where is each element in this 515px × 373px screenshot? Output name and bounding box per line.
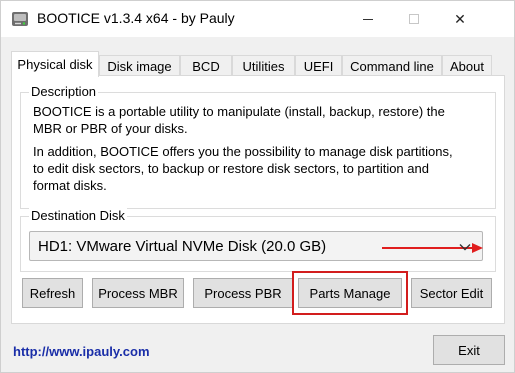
- process-mbr-button[interactable]: Process MBR: [92, 278, 184, 308]
- tab-bcd[interactable]: BCD: [180, 55, 232, 76]
- refresh-button[interactable]: Refresh: [22, 278, 83, 308]
- description-line: format disks.: [33, 178, 107, 193]
- chevron-down-icon[interactable]: [458, 240, 472, 254]
- description-paragraph-2: In addition, BOOTICE offers you the poss…: [33, 143, 493, 194]
- destination-disk-select[interactable]: HD1: VMware Virtual NVMe Disk (20.0 GB): [29, 231, 483, 261]
- tab-disk-image[interactable]: Disk image: [99, 55, 180, 76]
- maximize-icon: [409, 14, 419, 24]
- tab-utilities[interactable]: Utilities: [232, 55, 295, 76]
- selected-disk: HD1: VMware Virtual NVMe Disk (20.0 GB): [38, 238, 327, 255]
- process-pbr-button[interactable]: Process PBR: [193, 278, 293, 308]
- bootice-window: BOOTICE v1.3.4 x64 - by Pauly ✕ Physical…: [0, 0, 515, 373]
- description-line: MBR or PBR of your disks.: [33, 121, 188, 136]
- description-legend: Description: [29, 84, 99, 99]
- tab-uefi[interactable]: UEFI: [295, 55, 342, 76]
- description-line: BOOTICE is a portable utility to manipul…: [33, 104, 445, 119]
- exit-button[interactable]: Exit: [433, 335, 505, 365]
- disk-app-icon: [12, 12, 28, 26]
- minimize-icon: [363, 18, 373, 20]
- description-group: Description BOOTICE is a portable utilit…: [20, 84, 496, 209]
- physical-disk-panel: Description BOOTICE is a portable utilit…: [11, 75, 505, 324]
- sector-edit-button[interactable]: Sector Edit: [411, 278, 492, 308]
- minimize-button[interactable]: [345, 1, 391, 37]
- tab-physical-disk[interactable]: Physical disk: [11, 51, 99, 77]
- destination-disk-legend: Destination Disk: [29, 208, 127, 223]
- title-bar[interactable]: BOOTICE v1.3.4 x64 - by Pauly ✕: [1, 1, 514, 37]
- website-link[interactable]: http://www.ipauly.com: [13, 344, 150, 359]
- close-icon: ✕: [454, 10, 466, 27]
- destination-disk-group: Destination Disk HD1: VMware Virtual NVM…: [20, 208, 496, 272]
- description-line: In addition, BOOTICE offers you the poss…: [33, 144, 453, 159]
- window-title: BOOTICE v1.3.4 x64 - by Pauly: [37, 10, 235, 26]
- close-button[interactable]: ✕: [437, 1, 483, 37]
- maximize-button[interactable]: [391, 1, 437, 37]
- tab-command-line[interactable]: Command line: [342, 55, 442, 76]
- description-paragraph-1: BOOTICE is a portable utility to manipul…: [33, 103, 493, 137]
- description-line: to edit disk sectors, to backup or resto…: [33, 161, 429, 176]
- tab-about[interactable]: About: [442, 55, 492, 76]
- parts-manage-highlight: [292, 271, 408, 315]
